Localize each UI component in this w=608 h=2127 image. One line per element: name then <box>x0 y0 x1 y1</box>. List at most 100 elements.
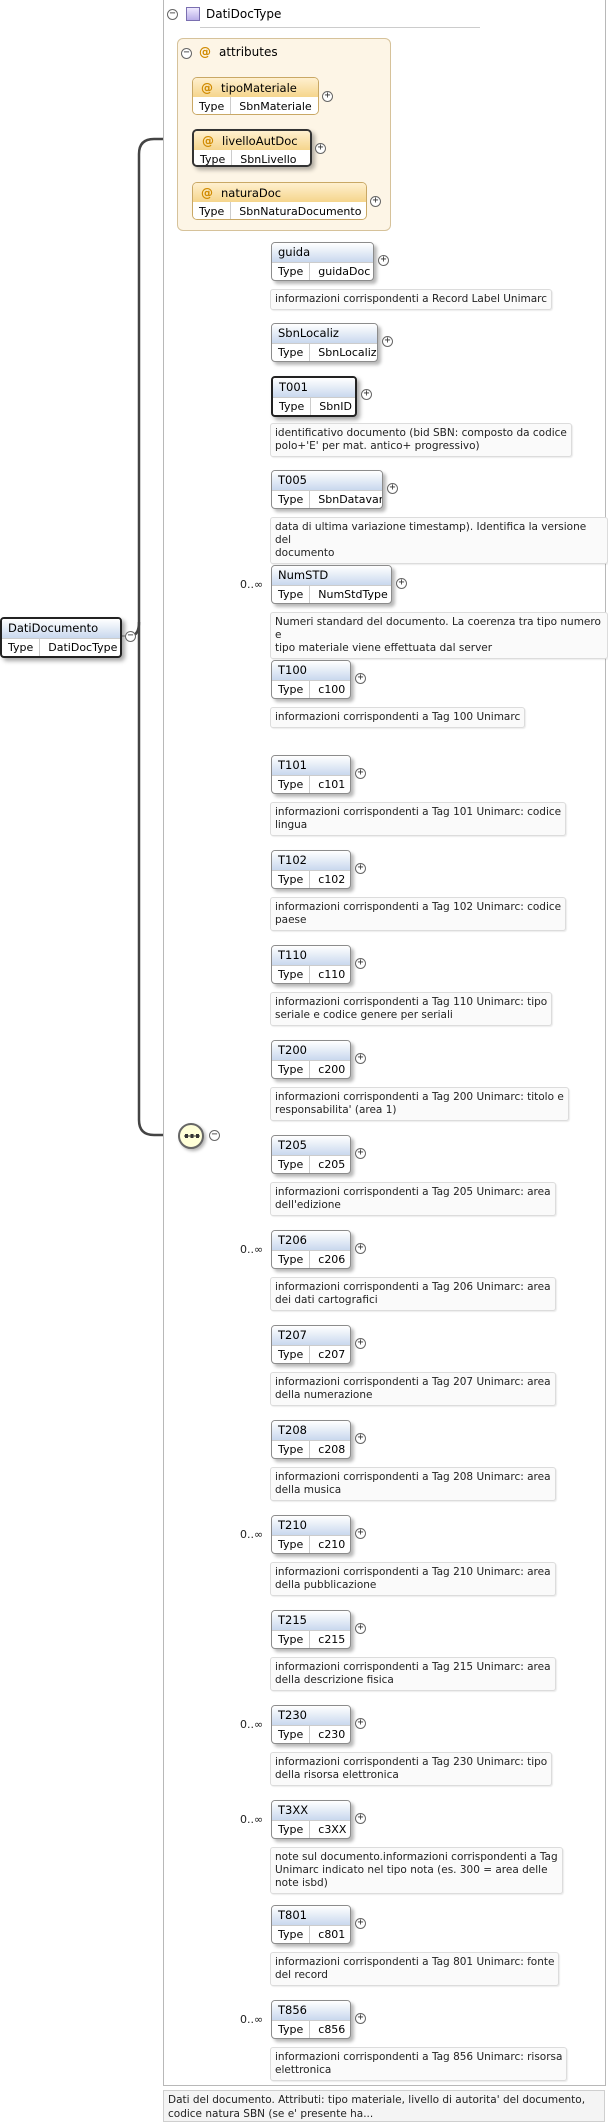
element-name: NumSTD <box>272 566 391 585</box>
expand-element-toggle[interactable]: + <box>378 255 389 266</box>
expand-element-toggle[interactable]: + <box>355 1148 366 1159</box>
element-type-label: Type <box>272 1536 311 1553</box>
element-t215[interactable]: T215 Type c215 <box>271 1610 351 1649</box>
expand-attribute-toggle[interactable]: + <box>322 91 333 102</box>
element-name: T005 <box>272 471 382 490</box>
element-type-value: NumStdType <box>318 588 388 601</box>
attribute-at-icon: @ <box>202 133 214 148</box>
attribute-naturadoc[interactable]: @ naturaDoc Type SbnNaturaDocumento <box>192 182 367 220</box>
element-t3xx[interactable]: T3XX Type c3XX <box>271 1800 351 1839</box>
element-type-label: Type <box>272 966 311 983</box>
element-name: T215 <box>272 1611 350 1630</box>
element-guida[interactable]: guida Type guidaDoc <box>271 242 374 281</box>
expand-element-toggle[interactable]: + <box>355 1338 366 1349</box>
documentation-line: informazioni corrispondenti a Tag 210 Un… <box>275 1566 551 1578</box>
element-type-label: Type <box>272 1156 311 1173</box>
element-documentation: note sul documento.informazioni corrispo… <box>270 1847 563 1894</box>
expand-element-toggle[interactable]: + <box>355 1918 366 1929</box>
attribute-name-row: @ tipoMateriale <box>193 78 318 97</box>
expand-element-toggle[interactable]: + <box>355 1623 366 1634</box>
attribute-livelloautdoc[interactable]: @ livelloAutDoc Type SbnLivello <box>192 129 312 167</box>
attribute-tipomateriale[interactable]: @ tipoMateriale Type SbnMateriale <box>192 77 319 115</box>
element-documentation: informazioni corrispondenti a Record Lab… <box>270 289 553 310</box>
collapse-type-toggle[interactable]: − <box>167 9 178 20</box>
root-type-label: Type <box>2 639 41 656</box>
element-t208[interactable]: T208 Type c208 <box>271 1420 351 1459</box>
expand-element-toggle[interactable]: + <box>396 578 407 589</box>
expand-element-toggle[interactable]: + <box>361 389 372 400</box>
expand-attribute-toggle[interactable]: + <box>370 196 381 207</box>
sequence-compositor[interactable] <box>178 1123 204 1149</box>
element-type-value: c208 <box>318 1443 346 1456</box>
occurrence-label: 0..∞ <box>240 1718 264 1731</box>
element-sbnlocaliz[interactable]: SbnLocaliz Type SbnLocaliz <box>271 323 378 362</box>
element-type-value: guidaDoc <box>318 265 371 278</box>
element-name: T230 <box>272 1706 350 1725</box>
element-type-value: c230 <box>318 1728 346 1741</box>
element-t210[interactable]: T210 Type c210 <box>271 1515 351 1554</box>
element-t856[interactable]: T856 Type c856 <box>271 2000 351 2039</box>
element-name: T210 <box>272 1516 350 1535</box>
type-header: DatiDocType <box>186 4 281 24</box>
element-name: T101 <box>272 756 350 775</box>
documentation-line: della risorsa elettronica <box>275 1769 399 1781</box>
element-t101[interactable]: T101 Type c101 <box>271 755 351 794</box>
element-t206[interactable]: T206 Type c206 <box>271 1230 351 1269</box>
expand-element-toggle[interactable]: + <box>355 1053 366 1064</box>
element-type-value: c206 <box>318 1253 346 1266</box>
expand-element-toggle[interactable]: + <box>355 673 366 684</box>
expand-element-toggle[interactable]: + <box>355 1813 366 1824</box>
element-t230[interactable]: T230 Type c230 <box>271 1705 351 1744</box>
documentation-line: paese <box>275 914 307 926</box>
collapse-root-toggle[interactable]: − <box>125 631 136 642</box>
element-type-value: c100 <box>318 683 346 696</box>
element-name: T200 <box>272 1041 350 1060</box>
element-t100[interactable]: T100 Type c100 <box>271 660 351 699</box>
element-t801[interactable]: T801 Type c801 <box>271 1905 351 1944</box>
attribute-type-value: SbnLivello <box>240 152 297 166</box>
element-numstd[interactable]: NumSTD Type NumStdType <box>271 565 392 604</box>
expand-element-toggle[interactable]: + <box>355 1243 366 1254</box>
element-type-row: Type c3XX <box>272 1820 350 1838</box>
element-t102[interactable]: T102 Type c102 <box>271 850 351 889</box>
root-element-datidocumento[interactable]: DatiDocumento Type DatiDocType <box>0 617 122 658</box>
element-t001[interactable]: T001 Type SbnID <box>271 376 357 417</box>
documentation-line: informazioni corrispondenti a Tag 801 Un… <box>275 1956 555 1968</box>
occurrence-label: 0..∞ <box>240 1813 264 1826</box>
expand-element-toggle[interactable]: + <box>355 1528 366 1539</box>
expand-element-toggle[interactable]: + <box>355 958 366 969</box>
expand-element-toggle[interactable]: + <box>355 863 366 874</box>
element-t005[interactable]: T005 Type SbnDatavar <box>271 470 383 509</box>
collapse-sequence-toggle[interactable]: − <box>209 1130 220 1141</box>
collapse-attributes-toggle[interactable]: − <box>181 48 192 59</box>
element-type-row: Type c205 <box>272 1155 350 1173</box>
element-type-row: Type c102 <box>272 870 350 888</box>
documentation-line: data di ultima variazione timestamp). Id… <box>275 521 587 546</box>
element-name: T205 <box>272 1136 350 1155</box>
element-t110[interactable]: T110 Type c110 <box>271 945 351 984</box>
element-documentation: informazioni corrispondenti a Tag 801 Un… <box>270 1952 560 1986</box>
element-type-row: Type c100 <box>272 680 350 698</box>
documentation-line: informazioni corrispondenti a Tag 206 Un… <box>275 1281 551 1293</box>
element-type-value: c101 <box>318 778 346 791</box>
documentation-note: Dati del documento. Attributi: tipo mate… <box>163 2090 605 2122</box>
documentation-line: informazioni corrispondenti a Record Lab… <box>275 293 548 305</box>
occurrence-label: 0..∞ <box>240 2013 264 2026</box>
expand-element-toggle[interactable]: + <box>355 1718 366 1729</box>
element-type-label: Type <box>272 2021 311 2038</box>
occurrence-label: 0..∞ <box>240 1243 264 1256</box>
expand-element-toggle[interactable]: + <box>355 2013 366 2024</box>
documentation-line: informazioni corrispondenti a Tag 200 Un… <box>275 1091 564 1103</box>
element-type-label: Type <box>272 491 311 508</box>
expand-attribute-toggle[interactable]: + <box>315 143 326 154</box>
element-type-row: Type c110 <box>272 965 350 983</box>
element-t200[interactable]: T200 Type c200 <box>271 1040 351 1079</box>
element-name: guida <box>272 243 373 262</box>
element-t207[interactable]: T207 Type c207 <box>271 1325 351 1364</box>
expand-element-toggle[interactable]: + <box>382 336 393 347</box>
expand-element-toggle[interactable]: + <box>355 1433 366 1444</box>
documentation-line: del record <box>275 1969 328 1981</box>
expand-element-toggle[interactable]: + <box>355 768 366 779</box>
expand-element-toggle[interactable]: + <box>387 483 398 494</box>
element-t205[interactable]: T205 Type c205 <box>271 1135 351 1174</box>
